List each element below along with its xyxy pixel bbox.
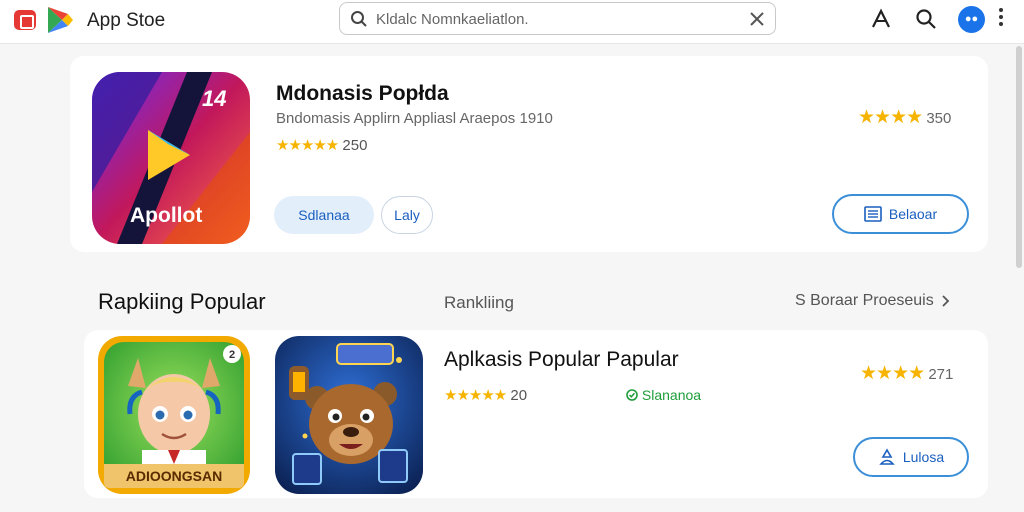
list-rating-right-count: 271 xyxy=(928,366,954,383)
list-rating: ★★★★★ 20 xyxy=(444,386,527,404)
check-circle-icon xyxy=(626,389,638,401)
featured-primary-pill[interactable]: Sdlanaa xyxy=(274,196,374,234)
scrollbar[interactable] xyxy=(1016,46,1022,268)
store-logo-icon[interactable] xyxy=(14,10,36,30)
status-label: Slananoa xyxy=(641,387,702,403)
user-icon xyxy=(879,448,895,465)
featured-icon-badge: 14 xyxy=(202,86,226,111)
featured-rating-right-count: 350 xyxy=(926,110,952,127)
search-input[interactable] xyxy=(376,7,736,31)
featured-rating-count: 250 xyxy=(342,137,368,154)
app-title: App Stoe xyxy=(87,10,166,31)
search-icon xyxy=(351,11,367,27)
featured-secondary-pill[interactable]: Laly xyxy=(381,196,433,234)
star-rating-icon: ★★★★★ xyxy=(444,387,507,404)
featured-app-icon[interactable]: 14 Apollot xyxy=(92,72,250,244)
search-icon[interactable] xyxy=(915,8,937,30)
app-icon-bear[interactable] xyxy=(275,336,423,494)
list-rating-count: 20 xyxy=(510,387,528,404)
see-more-label: S Boraar Proeseuis xyxy=(795,292,934,309)
featured-app-title[interactable]: Mdonasis Popłda xyxy=(276,82,449,106)
featured-app-subtitle: Bndomasis Applirn Appliasl Araepos 1910 xyxy=(276,110,553,127)
star-rating-icon: ★★★★ xyxy=(858,107,923,128)
app-icon-label: ADIOONGSAN xyxy=(126,468,222,484)
section-title: Rapkiing Popular xyxy=(98,289,266,314)
more-vert-icon[interactable] xyxy=(998,8,1004,29)
featured-rating: ★★★★★ 250 xyxy=(276,136,367,154)
app-icon-badge: 2 xyxy=(229,349,235,361)
star-rating-icon: ★★★★★ xyxy=(276,137,339,154)
featured-action-label: Belaoar xyxy=(888,206,938,222)
section-mid-label[interactable]: Rankliing xyxy=(444,293,514,313)
list-action-button[interactable]: Lulosa xyxy=(853,437,969,477)
featured-action-button[interactable]: Belaoar xyxy=(832,194,969,234)
list-rating-right: ★★★★ 271 xyxy=(860,362,953,385)
star-rating-icon: ★★★★ xyxy=(860,363,925,384)
play-logo-icon[interactable] xyxy=(44,4,76,36)
app-icon-character[interactable]: ADIOONGSAN 2 xyxy=(98,336,250,494)
list-action-label: Lulosa xyxy=(902,449,945,465)
featured-rating-right: ★★★★ 350 xyxy=(858,106,951,129)
top-bar: App Stoe ●● xyxy=(0,0,1024,44)
close-icon[interactable] xyxy=(748,10,766,28)
list-icon xyxy=(864,206,882,222)
list-app-title[interactable]: Aplkasis Popular Papular xyxy=(444,348,679,372)
search-bar[interactable] xyxy=(339,2,776,35)
featured-icon-label: Apollot xyxy=(130,204,202,227)
see-more-link[interactable]: S Boraar Proeseuis xyxy=(795,292,952,310)
status-badge: Slananoa xyxy=(626,387,701,403)
font-icon[interactable] xyxy=(870,8,892,30)
chevron-right-icon xyxy=(942,295,950,307)
avatar[interactable]: ●● xyxy=(958,6,985,33)
